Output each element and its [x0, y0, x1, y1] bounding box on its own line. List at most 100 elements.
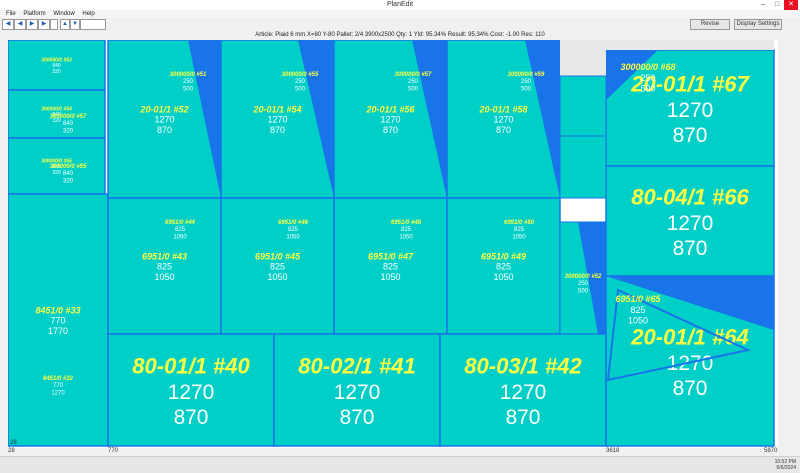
status-bar: 10:52 PM 6/6/2024 [0, 456, 800, 473]
panel-14[interactable]: 80-03/1 #421270870 [439, 333, 607, 447]
page-field[interactable] [80, 19, 106, 30]
sub-panel-dimension: 1050 [628, 316, 648, 326]
sub-panel-dimension: 250 [408, 79, 419, 85]
revise-button[interactable]: Revise [690, 19, 730, 30]
x-tick-2: 3618 [606, 448, 620, 454]
panel-label: 20-01/1 #52 [139, 104, 188, 114]
y-tick-left: 28 [10, 440, 17, 446]
sub-panel-dimension: 1050 [286, 234, 300, 240]
sub-panel-dimension: 500 [578, 288, 589, 294]
sub-panel-dimension: 250 [640, 73, 655, 83]
close-button[interactable]: ✕ [784, 0, 798, 10]
sub-panel-label: 6951/0 #48 [391, 220, 422, 226]
page-up-icon[interactable]: ▲ [60, 19, 70, 30]
panel-label: 80-02/1 #41 [298, 354, 415, 379]
panel-13[interactable]: 80-02/1 #411270870 [273, 333, 441, 447]
panel-label: 8451/0 #33 [35, 305, 80, 315]
sub-panel-label: 6951/0 #44 [165, 220, 196, 226]
panel-dimension: 870 [340, 406, 375, 429]
panel-dimension: 770 [50, 316, 65, 326]
plan-info: Article: Plaid 6 mm X=80 Y-80 Pallet: 2/… [255, 32, 545, 38]
sub-panel-label: 300000/0 #55 [282, 72, 319, 78]
sub-panel-label: 300000/0 #51 [170, 72, 207, 78]
page-down-icon[interactable]: ▼ [70, 19, 80, 30]
x-tick-1: 770 [108, 448, 119, 454]
first-page-icon[interactable]: ◀ [2, 19, 14, 30]
sub-panel-label: 300000/0 #57 [50, 114, 87, 120]
menu-file[interactable]: File [6, 10, 16, 18]
panel-dimension: 1270 [500, 381, 546, 404]
panel-dimension: 825 [496, 262, 511, 272]
panel-3[interactable]: 8451/0 #337701770 [7, 193, 109, 447]
panel-16[interactable]: 80-04/1 #661270870 [605, 165, 775, 277]
panel-dimension: 1050 [380, 272, 400, 282]
sub-panel-dimension: 320 [63, 128, 74, 134]
sub-panel-dimension: 825 [175, 227, 186, 233]
panel-8[interactable]: 6951/0 #438251050 [107, 197, 222, 335]
sub-panel-dimension: 500 [408, 86, 419, 92]
panel-dimension: 870 [673, 237, 708, 260]
minimize-button[interactable]: – [756, 0, 770, 10]
panel-dimension: 870 [270, 125, 285, 135]
display-settings-button[interactable]: Display Settings [734, 19, 782, 30]
panel-label: 20-01/1 #54 [252, 104, 301, 114]
panel-dimension: 1270 [168, 381, 214, 404]
panel-12[interactable]: 80-01/1 #401270870 [107, 333, 275, 447]
panel-dimension: 1050 [154, 272, 174, 282]
panel-label: 6951/0 #47 [368, 251, 414, 261]
panel-label: 80-04/1 #66 [631, 185, 749, 210]
panel-dimension: 870 [506, 406, 541, 429]
panel-dimension: 870 [174, 406, 209, 429]
x-tick-3: 5870 [764, 448, 778, 454]
panel-dimension: 825 [157, 262, 172, 272]
sub-panel-dimension: 825 [401, 227, 412, 233]
sub-panel-dimension: 250 [295, 79, 306, 85]
sub-panel-dimension: 250 [578, 281, 589, 287]
sub-panel-dimension: 500 [640, 84, 655, 94]
panel-label: 80-03/1 #42 [464, 354, 582, 379]
panel-label: 20-01/1 #64 [630, 325, 748, 350]
sub-panel-label: 6951/0 #50 [504, 220, 535, 226]
sub-panel-dimension: 1270 [51, 390, 65, 396]
panel-dimension: 1050 [267, 272, 287, 282]
panel-small-a [559, 75, 607, 137]
last-page-icon[interactable]: ▶ [38, 19, 50, 30]
panel-dimension: 825 [383, 262, 398, 272]
cutting-plan[interactable]: 300000/0 #53 840 320 300000/0 #54 840 320 3000… [7, 39, 778, 448]
sub-panel-dimension: 840 [63, 121, 74, 127]
sub-panel-dimension: 500 [295, 86, 306, 92]
sub-panel-dimension: 250 [183, 79, 194, 85]
maximize-button[interactable]: □ [770, 0, 784, 10]
sub-panel-label: 300000/0 #55 [50, 164, 87, 170]
panel-label: 20-01/1 #56 [365, 104, 415, 114]
menu-platform[interactable]: Platform [23, 10, 45, 18]
next-page-icon[interactable]: ▶ [26, 19, 38, 30]
panel-9[interactable]: 6951/0 #458251050 [220, 197, 335, 335]
sub-panel-dimension: 770 [53, 383, 64, 389]
sub-panel-dimension: 250 [521, 79, 532, 85]
sub-panel-label: 300000/0 #59 [508, 72, 545, 78]
panel-0[interactable]: 300000/0 #53840320 [7, 39, 106, 91]
panel-dimension: 1770 [48, 326, 68, 336]
panel-dimension: 1270 [380, 115, 400, 125]
panel-10[interactable]: 6951/0 #478251050 [333, 197, 448, 335]
sub-panel-label: 8451/0 #32 [43, 376, 74, 382]
panel-dimension: 870 [496, 125, 511, 135]
clock: 10:52 PM 6/6/2024 [775, 459, 796, 471]
plan-svg: 300000/0 #53840320300000/0 #548403203000… [7, 39, 778, 448]
sub-panel-label: 300000/0 #52 [565, 274, 602, 280]
panel-small-b [559, 135, 607, 199]
panel-label: 6951/0 #43 [142, 251, 187, 261]
sub-panel-dimension: 320 [63, 178, 74, 184]
sub-panel-dimension: 825 [288, 227, 299, 233]
panel-11[interactable]: 6951/0 #498251050 [446, 197, 561, 335]
x-tick-0: 28 [8, 448, 15, 454]
prev-page-icon[interactable]: ◀ [14, 19, 26, 30]
page-selector[interactable] [50, 19, 58, 30]
panel-dimension: 320 [52, 69, 61, 75]
menu-window[interactable]: Window [53, 10, 74, 18]
menu-help[interactable]: Help [82, 10, 94, 18]
panel-dimension: 1270 [493, 115, 513, 125]
sub-panel-dimension: 825 [514, 227, 525, 233]
panel-dimension: 1270 [667, 212, 713, 235]
